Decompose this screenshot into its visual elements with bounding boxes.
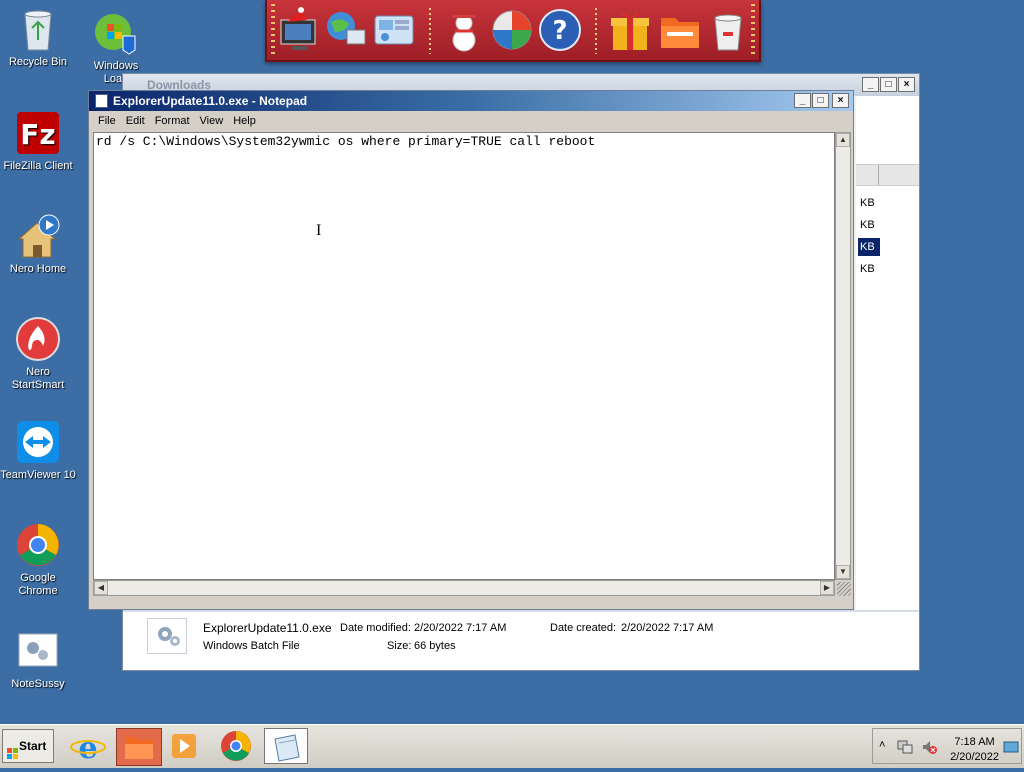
details-type: Windows Batch File: [203, 640, 300, 652]
close-button[interactable]: ×: [832, 93, 849, 108]
clock-time: 7:18 AM: [954, 736, 995, 748]
nero-home-icon: [15, 213, 61, 259]
notepad-titlebar[interactable]: ExplorerUpdate11.0.exe - Notepad _ □ ×: [89, 91, 853, 111]
notepad-icon: [95, 94, 108, 108]
control-panel-icon[interactable]: [371, 6, 417, 54]
details-created-label: Date created:: [550, 622, 617, 634]
notepad-window[interactable]: ExplorerUpdate11.0.exe - Notepad _ □ × F…: [88, 90, 854, 610]
desktop-icon-label: NoteSussy: [11, 678, 65, 690]
scroll-left-arrow[interactable]: ◀: [94, 581, 108, 595]
desktop-icon-label: Nero StartSmart: [11, 366, 65, 391]
dock-separator: [429, 8, 431, 54]
text-editor[interactable]: rd /s C:\Windows\System32ywmic os where …: [93, 132, 835, 580]
file-list[interactable]: KB KB KB KB: [856, 96, 919, 610]
nero-startsmart-icon: [15, 316, 61, 362]
details-filename: ExplorerUpdate11.0.exe: [203, 621, 332, 635]
scroll-down-arrow[interactable]: ▼: [836, 565, 850, 579]
desktop-icon-label: TeamViewer 10: [0, 469, 76, 481]
media-player-icon[interactable]: [162, 728, 206, 764]
batch-file-icon: [147, 618, 187, 654]
menu-view[interactable]: View: [195, 115, 229, 127]
desktop-icon-notesussy[interactable]: NoteSussy: [0, 628, 76, 691]
menu-bar: File Edit Format View Help: [89, 111, 853, 131]
desktop-icon-teamviewer[interactable]: TeamViewer 10: [0, 419, 76, 482]
clock-date: 2/20/2022: [950, 751, 999, 763]
dock-separator: [595, 8, 597, 54]
menu-help[interactable]: Help: [228, 115, 261, 127]
details-modified-value: 2/20/2022 7:17 AM: [414, 622, 507, 634]
windows-logo-icon: [7, 740, 19, 772]
vertical-scrollbar[interactable]: ▲ ▼: [835, 132, 851, 580]
scroll-up-arrow[interactable]: ▲: [836, 133, 850, 147]
desktop-icon-label: Recycle Bin: [8, 56, 68, 68]
chrome-icon[interactable]: [214, 728, 258, 764]
notepad-taskbar-icon[interactable]: [264, 728, 308, 764]
file-manager-icon[interactable]: [116, 728, 162, 766]
trash-bin-icon[interactable]: [705, 6, 751, 54]
minimize-button[interactable]: _: [862, 77, 879, 92]
start-button[interactable]: Start: [2, 729, 54, 763]
svg-text:e: e: [78, 731, 97, 764]
desktop-icon-label: Nero Home: [9, 263, 67, 275]
column-header[interactable]: [856, 164, 919, 186]
desktop-icon-nero-startsmart[interactable]: Nero StartSmart: [0, 316, 76, 392]
volume-muted-icon[interactable]: [921, 739, 937, 758]
file-size-cell: KB: [860, 219, 875, 231]
file-size-cell: KB: [860, 197, 875, 209]
start-label: Start: [19, 739, 47, 753]
details-size-label: Size:: [387, 640, 412, 652]
desktop-icon-nero-home[interactable]: Nero Home: [0, 213, 76, 276]
desktop-icon-filezilla[interactable]: Fz FileZilla Client: [0, 110, 76, 173]
folder-icon[interactable]: [657, 6, 703, 54]
desktop-icon-recycle-bin[interactable]: Recycle Bin: [0, 6, 76, 69]
recycle-bin-icon: [15, 6, 61, 52]
details-created-value: 2/20/2022 7:17 AM: [621, 622, 714, 634]
svg-text:?: ?: [552, 16, 567, 46]
teamviewer-icon: [15, 419, 61, 465]
notepad-title: ExplorerUpdate11.0.exe - Notepad: [113, 94, 308, 108]
quick-launch-dock: ?: [265, 0, 761, 62]
minimize-button[interactable]: _: [794, 93, 811, 108]
desktop-icon-label: FileZilla Client: [3, 160, 73, 172]
horizontal-scrollbar[interactable]: ◀ ▶: [93, 580, 835, 596]
system-clock[interactable]: 7:18 AM 2/20/2022: [950, 735, 999, 765]
file-size-cell-selected[interactable]: KB: [858, 238, 880, 256]
filezilla-icon: Fz: [15, 110, 61, 156]
santa-computer-icon[interactable]: [277, 6, 323, 54]
windows-update-icon[interactable]: [489, 6, 535, 54]
desktop-icon-label: Google Chrome: [18, 572, 58, 597]
windows-loader-icon: [93, 10, 139, 56]
details-modified-label: Date modified:: [340, 622, 411, 634]
close-button[interactable]: ×: [898, 77, 915, 92]
menu-file[interactable]: File: [93, 115, 121, 127]
svg-text:Fz: Fz: [20, 118, 55, 151]
show-hidden-icons-icon[interactable]: ˄: [879, 739, 885, 751]
taskbar: Start e ˄ 7:18 AM 2/20/2022: [0, 724, 1024, 768]
file-size-cell: KB: [860, 263, 875, 275]
details-pane: ExplorerUpdate11.0.exe Date modified: 2/…: [123, 610, 919, 670]
show-desktop-icon[interactable]: [1003, 739, 1019, 758]
maximize-button[interactable]: □: [880, 77, 897, 92]
system-tray: ˄ 7:18 AM 2/20/2022: [872, 728, 1022, 764]
internet-explorer-icon[interactable]: e: [66, 728, 110, 766]
notesussy-icon: [15, 628, 61, 674]
maximize-button[interactable]: □: [812, 93, 829, 108]
resize-grip[interactable]: [837, 582, 851, 596]
network-icon[interactable]: [897, 739, 913, 758]
help-icon[interactable]: ?: [537, 6, 583, 54]
gift-box-icon[interactable]: [607, 6, 653, 54]
network-globe-icon[interactable]: [323, 6, 369, 54]
text-cursor-icon: I: [316, 222, 322, 239]
chrome-icon: [15, 522, 61, 568]
snowman-icon[interactable]: [441, 6, 487, 54]
desktop-icon-chrome[interactable]: Google Chrome: [0, 522, 76, 598]
menu-format[interactable]: Format: [150, 115, 195, 127]
scroll-right-arrow[interactable]: ▶: [820, 581, 834, 595]
menu-edit[interactable]: Edit: [121, 115, 150, 127]
details-size-value: 66 bytes: [414, 640, 456, 652]
